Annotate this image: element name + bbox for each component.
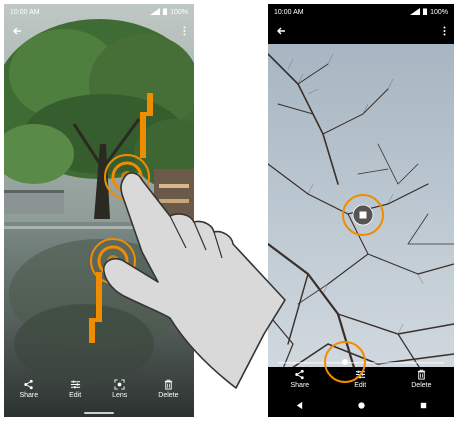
left-phone-screen: 10:00 AM 100% Share Edit Lens Delete	[4, 4, 194, 417]
share-button[interactable]: Share	[290, 369, 310, 389]
left-battery-text: 100%	[170, 8, 188, 16]
edit-button[interactable]: Edit	[69, 379, 81, 399]
share-icon	[24, 379, 34, 390]
right-app-bar	[268, 20, 454, 44]
right-video-frame	[268, 44, 454, 381]
share-button[interactable]: Share	[19, 379, 38, 399]
delete-label: Delete	[158, 392, 179, 399]
delete-button[interactable]: Delete	[158, 379, 179, 399]
delete-button[interactable]: Delete	[411, 369, 431, 389]
signal-icon	[410, 7, 421, 17]
left-status-icons: 100%	[150, 7, 188, 17]
battery-icon	[423, 8, 428, 17]
delete-label: Delete	[411, 382, 432, 389]
left-tree-photo	[4, 4, 194, 417]
lens-label: Lens	[112, 392, 128, 399]
right-action-bar: Share Edit Delete	[268, 367, 454, 395]
left-status-time: 10:00 AM	[10, 8, 40, 16]
right-status-time: 10:00 AM	[274, 8, 304, 16]
share-icon	[295, 369, 305, 380]
share-label: Share	[290, 382, 310, 389]
back-triangle-icon[interactable]	[295, 397, 304, 415]
more-options-icon[interactable]	[183, 23, 186, 41]
right-status-icons: 100%	[410, 7, 448, 17]
edit-sliders-icon	[70, 380, 80, 389]
lens-button[interactable]: Lens	[112, 379, 127, 399]
lens-icon	[114, 379, 125, 390]
right-phone-screen: 10:00 AM 100% Share Edit Delete	[268, 4, 454, 417]
back-arrow-icon[interactable]	[12, 23, 22, 41]
edit-button[interactable]: Edit	[354, 369, 366, 389]
more-options-icon[interactable]	[443, 23, 446, 41]
signal-icon	[150, 7, 161, 17]
right-battery-text: 100%	[430, 8, 448, 16]
edit-label: Edit	[69, 392, 82, 399]
home-circle-icon[interactable]	[357, 397, 366, 415]
system-nav-bar	[268, 395, 454, 417]
left-status-bar: 10:00 AM 100%	[4, 4, 194, 20]
recents-square-icon[interactable]	[419, 397, 428, 415]
share-label: Share	[19, 392, 39, 399]
battery-icon	[163, 8, 168, 17]
right-status-bar: 10:00 AM 100%	[268, 4, 454, 20]
trash-icon	[417, 369, 426, 380]
edit-label: Edit	[354, 382, 367, 389]
left-home-indicator[interactable]	[84, 412, 114, 414]
left-action-bar: Share Edit Lens Delete	[4, 379, 194, 409]
left-app-bar	[4, 20, 194, 44]
trash-icon	[164, 379, 173, 390]
edit-sliders-icon	[355, 370, 365, 379]
back-arrow-icon[interactable]	[276, 23, 286, 41]
